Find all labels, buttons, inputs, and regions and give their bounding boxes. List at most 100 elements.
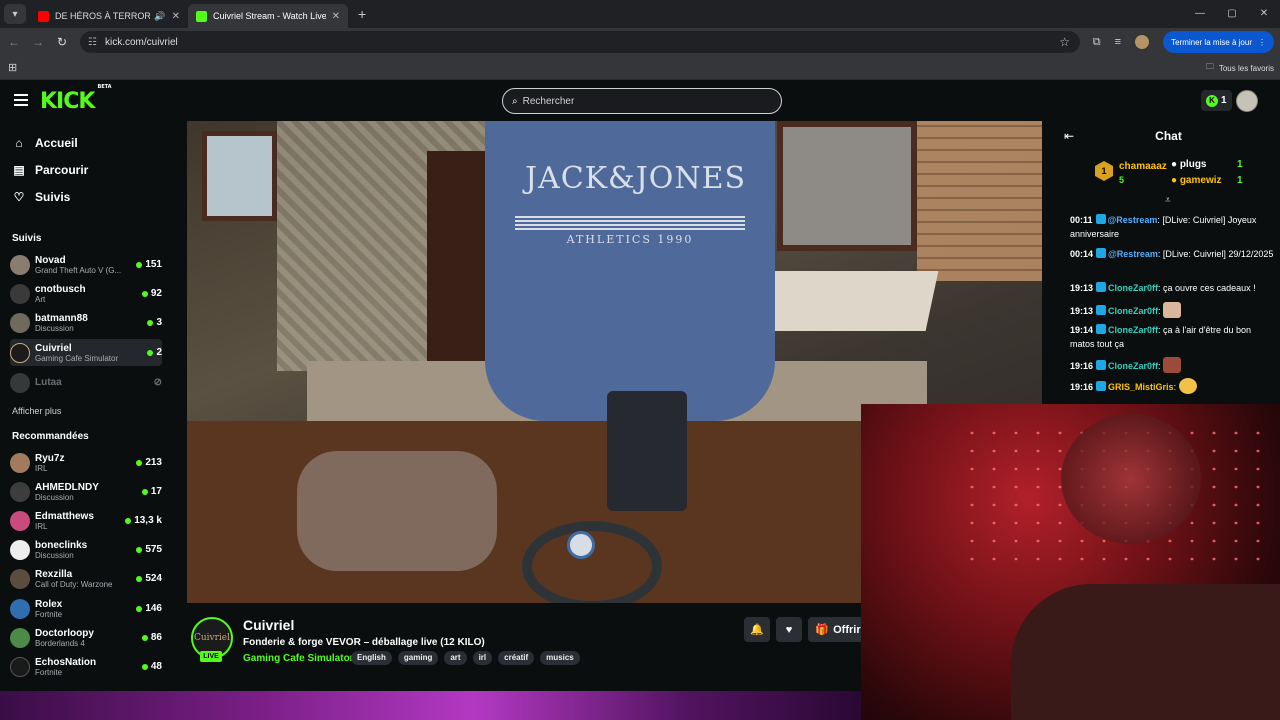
nav-browse[interactable]: ▤ Parcourir [12, 161, 88, 179]
gifter-name[interactable]: chamaaaz [1119, 161, 1167, 172]
followed-channel-cnotbusch[interactable]: cnotbusch Art 92 [10, 280, 162, 307]
avatar [10, 627, 30, 648]
message-user[interactable]: CloneZar0ff [1108, 306, 1158, 316]
emote-face-icon [1163, 357, 1182, 373]
browser-tab-1[interactable]: DE HÉROS À TERRORISTE E 🔊 ✕ [30, 4, 188, 28]
channel-name: batmann88 [35, 312, 88, 324]
profile-avatar[interactable] [1135, 35, 1150, 49]
maximize-icon[interactable]: ▢ [1216, 0, 1248, 28]
update-button[interactable]: Terminer la mise à jour ⋮ [1163, 31, 1274, 53]
recommended-channel[interactable]: Ryu7z IRL 213 [10, 449, 162, 476]
sidebar: ⌂ Accueil ▤ Parcourir ♡ Suivis Suivis Novad… [0, 121, 170, 693]
new-tab-icon[interactable]: + [358, 6, 366, 22]
viewer-count: 3 [156, 317, 162, 328]
bookmark-star-icon[interactable]: ☆ [1059, 35, 1070, 49]
user-avatar[interactable] [1236, 90, 1258, 112]
apps-grid-icon[interactable]: ⊞ [8, 61, 17, 74]
extensions-icon[interactable]: ⧉ [1093, 36, 1101, 49]
chat-panel: Chat ⇤ 1 chamaaaz 5 ● plugs 1 ● gamewiz … [1057, 121, 1280, 404]
recommended-channel[interactable]: AHMEDLNDY Discussion 17 [10, 478, 162, 505]
reading-list-icon[interactable]: ≡ [1115, 36, 1121, 48]
channel-category: Gaming Cafe Simulator [35, 353, 119, 363]
channel-category: Fortnite [35, 609, 63, 619]
notification-button[interactable]: 🔔 [744, 617, 770, 642]
close-window-icon[interactable]: ✕ [1248, 0, 1280, 28]
video-scene-window [777, 121, 917, 251]
gift-button[interactable]: 🎁 Offrir [808, 617, 868, 642]
all-favorites-button[interactable]: 🗀 Tous les favoris [1206, 61, 1274, 75]
tag[interactable]: irl [472, 651, 493, 665]
gifter-name[interactable]: ● plugs [1171, 159, 1207, 170]
tag[interactable]: créatif [498, 651, 535, 665]
message-text: : [1173, 382, 1177, 392]
message-user[interactable]: CloneZar0ff [1108, 361, 1158, 371]
back-icon[interactable]: ← [2, 35, 26, 49]
tag[interactable]: gaming [397, 651, 439, 665]
window-controls: — ▢ ✕ [1184, 0, 1280, 28]
collapse-chat-icon[interactable]: ⇤ [1064, 129, 1074, 143]
tag[interactable]: English [351, 651, 392, 665]
url-input[interactable]: ☷ kick.com/cuivriel ☆ [80, 31, 1080, 53]
forward-icon[interactable]: → [26, 35, 50, 49]
reload-icon[interactable]: ↻ [50, 35, 74, 49]
channel-category: Discussion [35, 492, 74, 502]
channel-name[interactable]: Cuivriel [243, 617, 294, 633]
message-user[interactable]: GRIS_MistiGris [1108, 382, 1174, 392]
close-tab-icon[interactable]: ✕ [332, 11, 340, 22]
followed-channel-cuivriel[interactable]: Cuivriel Gaming Cafe Simulator 2 [10, 339, 162, 366]
avatar-text: Cuivriel [193, 633, 231, 643]
tab-search-button[interactable]: ▾ [4, 4, 26, 24]
close-tab-icon[interactable]: ✕ [172, 11, 180, 22]
nav-home[interactable]: ⌂ Accueil [12, 134, 77, 152]
address-toolbar: ← → ↻ ☷ kick.com/cuivriel ☆ ⧉ ≡ Terminer… [0, 28, 1280, 56]
webcam-shoulder [1011, 584, 1280, 720]
message-user[interactable]: CloneZar0ff [1108, 325, 1158, 335]
message-user[interactable]: @Restream [1108, 249, 1158, 259]
recommended-channel[interactable]: Edmatthews IRL 13,3 k [10, 507, 162, 534]
user-badge-icon [1096, 381, 1107, 391]
bookmarks-bar: ⊞ 🗀 Tous les favoris [0, 56, 1280, 80]
user-badge-icon [1096, 282, 1107, 292]
browser-tab-2[interactable]: Cuivriel Stream - Watch Live on ✕ [188, 4, 348, 28]
recommended-channel[interactable]: Rolex Fortnite 146 [10, 595, 162, 622]
stream-category-link[interactable]: Gaming Cafe Simulator [243, 653, 354, 664]
follow-button[interactable]: ♥ [776, 617, 802, 642]
beta-badge: BETA [97, 83, 112, 90]
recommended-channel[interactable]: Doctorloopy Borderlands 4 86 [10, 624, 162, 651]
all-favorites-label: Tous les favoris [1218, 63, 1274, 73]
show-more-link[interactable]: Afficher plus [12, 406, 61, 416]
menu-icon[interactable] [14, 94, 28, 106]
live-badge: LIVE [200, 651, 222, 662]
stream-tags: English gaming art irl créatif musics [351, 651, 580, 665]
search-input[interactable]: ⌕ Rechercher [502, 88, 782, 114]
followed-channel-novad[interactable]: Novad Grand Theft Auto V (G... 151 [10, 251, 162, 278]
emote-face-icon [1163, 302, 1182, 318]
video-scene-gauge [567, 531, 595, 559]
kick-logo[interactable]: KICKBETA [40, 84, 112, 114]
top-gifters: 1 chamaaaz 5 ● plugs 1 ● gamewiz 1 [1095, 159, 1275, 191]
nav-following[interactable]: ♡ Suivis [12, 188, 71, 206]
speaker-icon[interactable]: 🔊 [154, 11, 165, 22]
recommended-channel[interactable]: Rexzilla Call of Duty: Warzone 524 [10, 565, 162, 592]
points-badge[interactable]: K 1 [1201, 90, 1232, 111]
site-settings-icon[interactable]: ☷ [88, 37, 97, 48]
recommended-channel[interactable]: EchosNation Fortnite 48 [10, 653, 162, 680]
chat-message: 19:14 CloneZar0ff: ça à l'air d'être du b… [1070, 323, 1276, 351]
youtube-icon [38, 10, 49, 22]
kick-points-icon: K [1206, 94, 1218, 107]
followed-channel-batmann88[interactable]: batmann88 Discussion 3 [10, 309, 162, 336]
nav-label: Suivis [35, 190, 71, 204]
gifter-label: gamewiz [1179, 175, 1222, 186]
message-user[interactable]: CloneZar0ff [1108, 283, 1158, 293]
gifter-name[interactable]: ● gamewiz [1171, 175, 1222, 186]
chevron-down-icon[interactable]: ⩡ [1165, 195, 1171, 206]
tag[interactable]: musics [540, 651, 580, 665]
followed-channel-lutaa[interactable]: Lutaa ⊘ [10, 369, 162, 396]
emote-cat-icon [1178, 378, 1197, 394]
message-user[interactable]: @Restream [1108, 215, 1158, 225]
browse-icon: ▤ [13, 163, 25, 177]
channel-category: Fortnite [35, 667, 63, 677]
tag[interactable]: art [444, 651, 467, 665]
minimize-icon[interactable]: — [1184, 0, 1216, 28]
recommended-channel[interactable]: boneclinks Discussion 575 [10, 536, 162, 563]
